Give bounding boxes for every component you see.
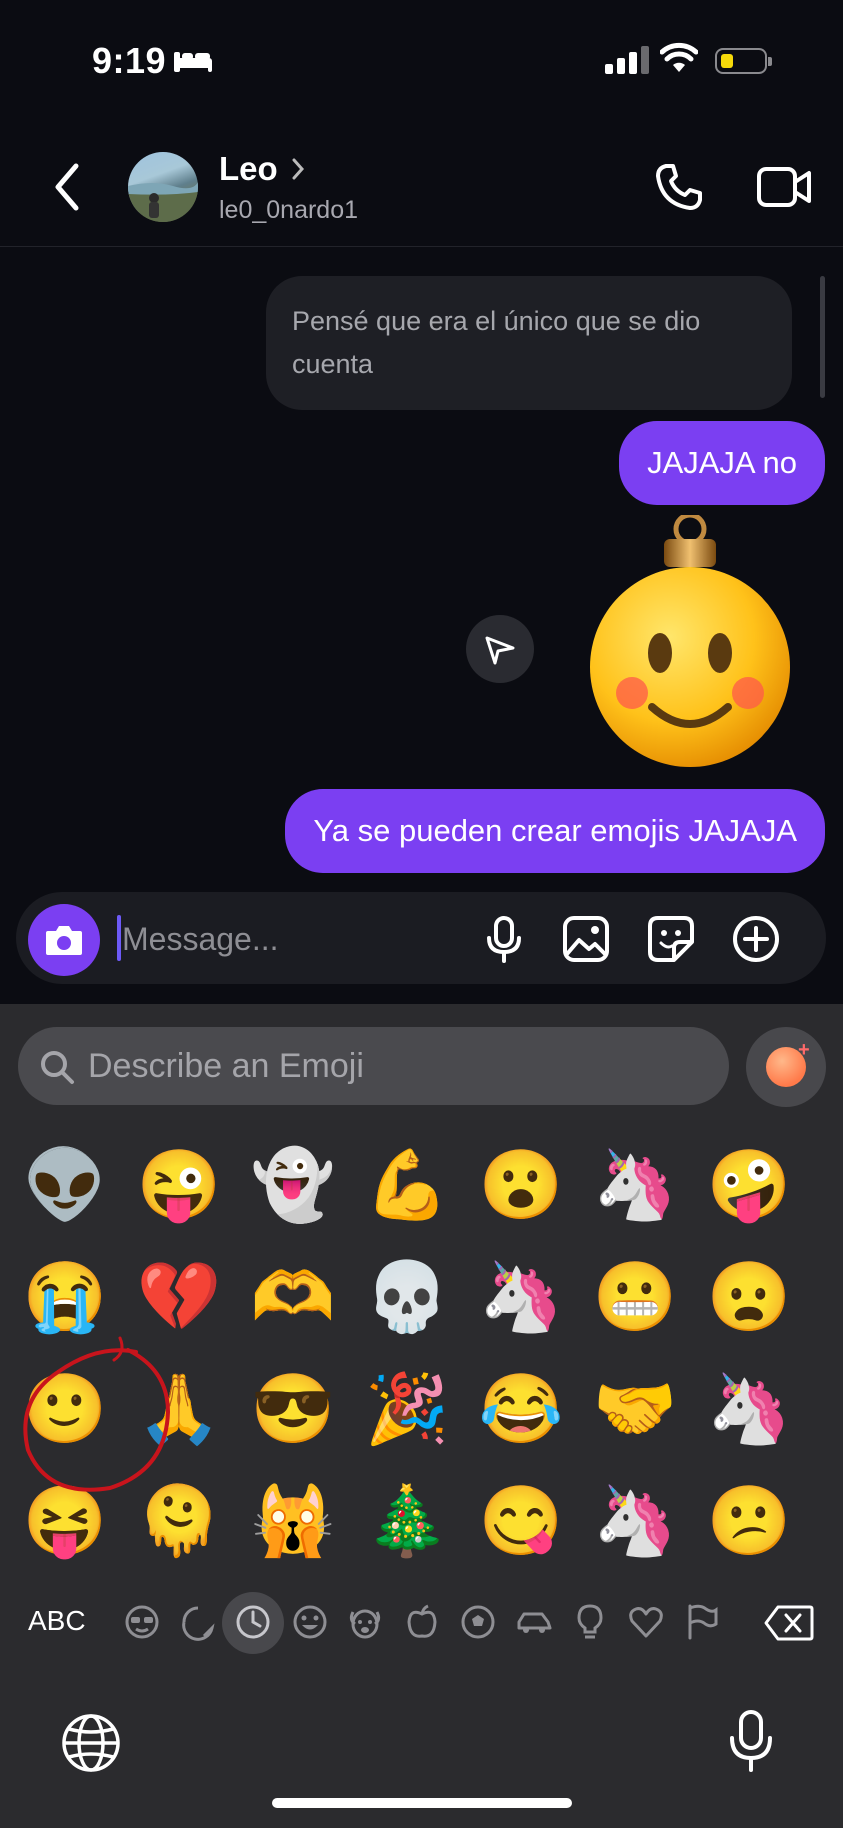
emoji-key[interactable]: 💪 [357,1140,457,1240]
sticker-category-icon[interactable] [178,1602,218,1642]
outgoing-message[interactable]: JAJAJA no [619,421,825,505]
avatar[interactable] [128,152,198,222]
emoji-key[interactable]: 🦄 [699,1364,799,1464]
emoji-key[interactable]: 🤪 [699,1140,799,1240]
phone-call-icon[interactable] [652,160,706,214]
emoji-key[interactable]: 👽 [15,1140,115,1240]
flags-category-icon[interactable] [682,1602,722,1642]
sleep-focus-icon [174,52,212,72]
emoji-key[interactable]: 😋 [471,1476,571,1576]
emoji-key[interactable]: 💀 [357,1252,457,1352]
activity-category-icon[interactable] [458,1602,498,1642]
emoji-key[interactable]: 🦄 [585,1476,685,1576]
emoji-key[interactable]: 😮 [471,1140,571,1240]
video-call-icon[interactable] [756,164,812,210]
animals-category-icon[interactable] [345,1602,385,1642]
emoji-key[interactable]: 🦄 [585,1140,685,1240]
emoji-key[interactable]: 👻 [243,1140,343,1240]
food-category-icon[interactable] [402,1602,442,1642]
message-input[interactable] [122,918,462,960]
plus-icon: + [798,1039,810,1061]
emoji-key[interactable]: 🦄 [471,1252,571,1352]
emoji-key[interactable]: 😬 [585,1252,685,1352]
send-arrow-icon [485,636,515,665]
emoji-key[interactable]: 😦 [699,1252,799,1352]
emoji-key[interactable]: 🙀 [243,1476,343,1576]
recents-category-icon[interactable] [233,1602,273,1642]
contact-username[interactable]: le0_0nardo1 [219,196,358,225]
smileys-category-icon[interactable] [290,1602,330,1642]
red-circle-annotation [23,1336,171,1492]
scrollbar[interactable] [820,276,825,398]
travel-category-icon[interactable] [514,1602,554,1642]
battery-icon [715,48,772,74]
home-indicator[interactable] [272,1798,572,1808]
header-divider [0,246,843,247]
camera-icon [46,926,82,955]
text-cursor [117,915,121,961]
camera-button[interactable] [28,904,100,976]
delete-key-icon[interactable] [764,1604,814,1642]
objects-category-icon[interactable] [570,1602,610,1642]
symbols-category-icon[interactable] [626,1602,666,1642]
emoji-key[interactable]: 🫶 [243,1252,343,1352]
emoji-key[interactable]: 🤝 [585,1364,685,1464]
abc-key[interactable]: ABC [28,1605,86,1637]
memoji-category-icon[interactable] [122,1602,162,1642]
incoming-message[interactable]: Pensé que era el único que se dio cuenta [266,276,792,410]
share-button[interactable] [466,615,534,683]
search-icon [41,1051,74,1084]
dictation-microphone-icon[interactable] [726,1708,776,1774]
cellular-signal-icon [605,46,653,74]
globe-icon[interactable] [60,1712,122,1774]
emoji-key[interactable]: 😂 [471,1364,571,1464]
emoji-key[interactable]: 🎉 [357,1364,457,1464]
genmoji-button[interactable]: + [746,1027,826,1107]
gallery-icon[interactable] [561,914,611,964]
chevron-right-icon[interactable] [290,156,306,182]
back-icon[interactable] [52,162,82,212]
emoji-search-input[interactable] [88,1043,688,1089]
wifi-icon [660,42,698,72]
emoji-key[interactable]: 😕 [699,1476,799,1576]
emoji-key[interactable]: 😎 [243,1364,343,1464]
outgoing-message[interactable]: Ya se pueden crear emojis JAJAJA [285,789,825,873]
genmoji-ornament-smiley[interactable] [580,515,800,785]
emoji-key[interactable]: 🎄 [357,1476,457,1576]
status-time: 9:19 [92,40,167,81]
add-icon[interactable] [731,914,781,964]
contact-name[interactable]: Leo [219,150,278,188]
microphone-icon[interactable] [479,914,529,964]
sticker-icon[interactable] [646,914,696,964]
emoji-key[interactable]: 😜 [129,1140,229,1240]
